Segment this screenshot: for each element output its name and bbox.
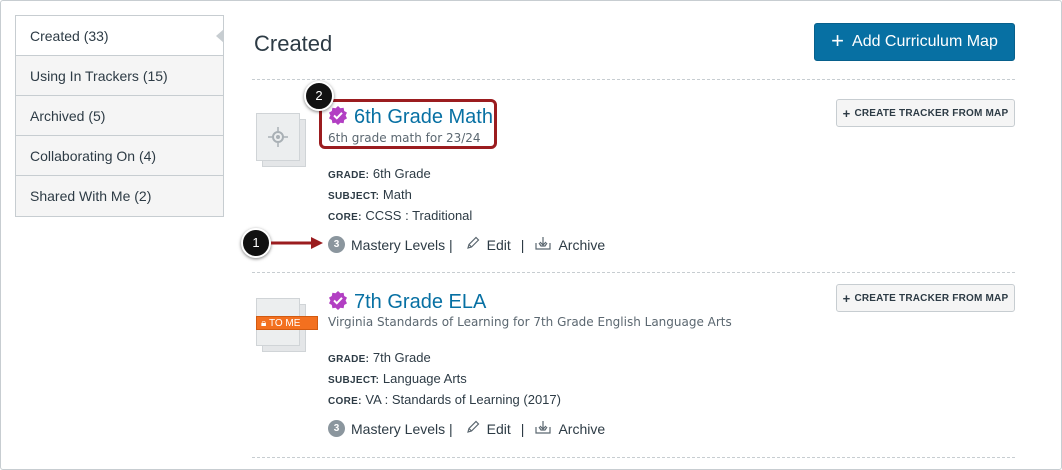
sidebar-nav: Created (33) Using In Trackers (15) Arch… — [15, 15, 224, 217]
edit-button[interactable]: Edit — [465, 419, 511, 438]
map-placeholder-icon — [256, 113, 300, 161]
mastery-levels-link[interactable]: Mastery Levels | — [351, 421, 453, 437]
plus-icon: + — [842, 105, 851, 121]
archive-button[interactable]: Archive — [534, 419, 605, 438]
separator: | — [520, 420, 525, 437]
app-frame: Created (33) Using In Trackers (15) Arch… — [0, 0, 1062, 470]
card-description: Virginia Standards of Learning for 7th G… — [328, 315, 732, 329]
sidebar-item-archived[interactable]: Archived (5) — [16, 96, 223, 136]
shared-to-me-badge: 🔒︎ TO ME — [256, 316, 318, 330]
card-actions: 3 Mastery Levels | Edit | Archive — [328, 419, 605, 438]
divider — [252, 272, 1015, 273]
separator: | — [520, 236, 525, 253]
sidebar-item-using-in-trackers[interactable]: Using In Trackers (15) — [16, 56, 223, 96]
verified-badge-icon — [328, 290, 348, 315]
annotation-highlight-box — [319, 99, 497, 149]
pencil-icon — [465, 235, 481, 254]
annotation-arrow-icon — [271, 237, 323, 249]
pencil-icon — [465, 419, 481, 438]
card-title-link[interactable]: 7th Grade ELA — [354, 291, 486, 314]
lock-icon: 🔒︎ — [261, 318, 267, 329]
card-metadata: GRADE: 6th Grade SUBJECT: Math CORE: CCS… — [328, 164, 472, 227]
plus-icon: + — [842, 290, 851, 306]
archive-icon — [534, 419, 552, 438]
sidebar-item-created[interactable]: Created (33) — [16, 16, 224, 56]
subject-row: SUBJECT: Language Arts — [328, 371, 467, 386]
create-tracker-from-map-button[interactable]: + CREATE TRACKER FROM MAP — [836, 99, 1015, 127]
map-thumbnail — [256, 109, 314, 171]
add-curriculum-map-label: Add Curriculum Map — [852, 33, 998, 50]
annotation-callout-2: 2 — [304, 81, 334, 111]
archive-button[interactable]: Archive — [534, 235, 605, 254]
core-row: CORE: CCSS : Traditional — [328, 208, 473, 223]
grade-row: GRADE: 7th Grade — [328, 350, 431, 365]
create-tracker-from-map-button[interactable]: + CREATE TRACKER FROM MAP — [836, 284, 1015, 312]
edit-button[interactable]: Edit — [465, 235, 511, 254]
card-title-row: 7th Grade ELA — [328, 290, 486, 315]
mastery-count-badge: 3 — [328, 420, 345, 437]
divider — [252, 79, 1015, 80]
core-row: CORE: VA : Standards of Learning (2017) — [328, 392, 561, 407]
add-curriculum-map-button[interactable]: + Add Curriculum Map — [814, 23, 1015, 61]
grade-row: GRADE: 6th Grade — [328, 166, 431, 181]
archive-icon — [534, 235, 552, 254]
curriculum-map-card: 🔒︎ TO ME 7th Grade ELA Virginia Standard… — [252, 284, 1015, 449]
sidebar-item-collaborating-on[interactable]: Collaborating On (4) — [16, 136, 223, 176]
mastery-count-badge: 3 — [328, 236, 345, 253]
card-metadata: GRADE: 7th Grade SUBJECT: Language Arts … — [328, 348, 561, 411]
mastery-levels-link[interactable]: Mastery Levels | — [351, 237, 453, 253]
plus-icon: + — [831, 28, 845, 53]
page-title: Created — [254, 31, 333, 56]
card-actions: 3 Mastery Levels | Edit | Archive — [328, 235, 605, 254]
sidebar-item-shared-with-me[interactable]: Shared With Me (2) — [16, 176, 223, 216]
annotation-callout-1: 1 — [241, 228, 271, 258]
divider — [252, 457, 1015, 458]
subject-row: SUBJECT: Math — [328, 187, 412, 202]
map-thumbnail: 🔒︎ TO ME — [256, 294, 318, 356]
